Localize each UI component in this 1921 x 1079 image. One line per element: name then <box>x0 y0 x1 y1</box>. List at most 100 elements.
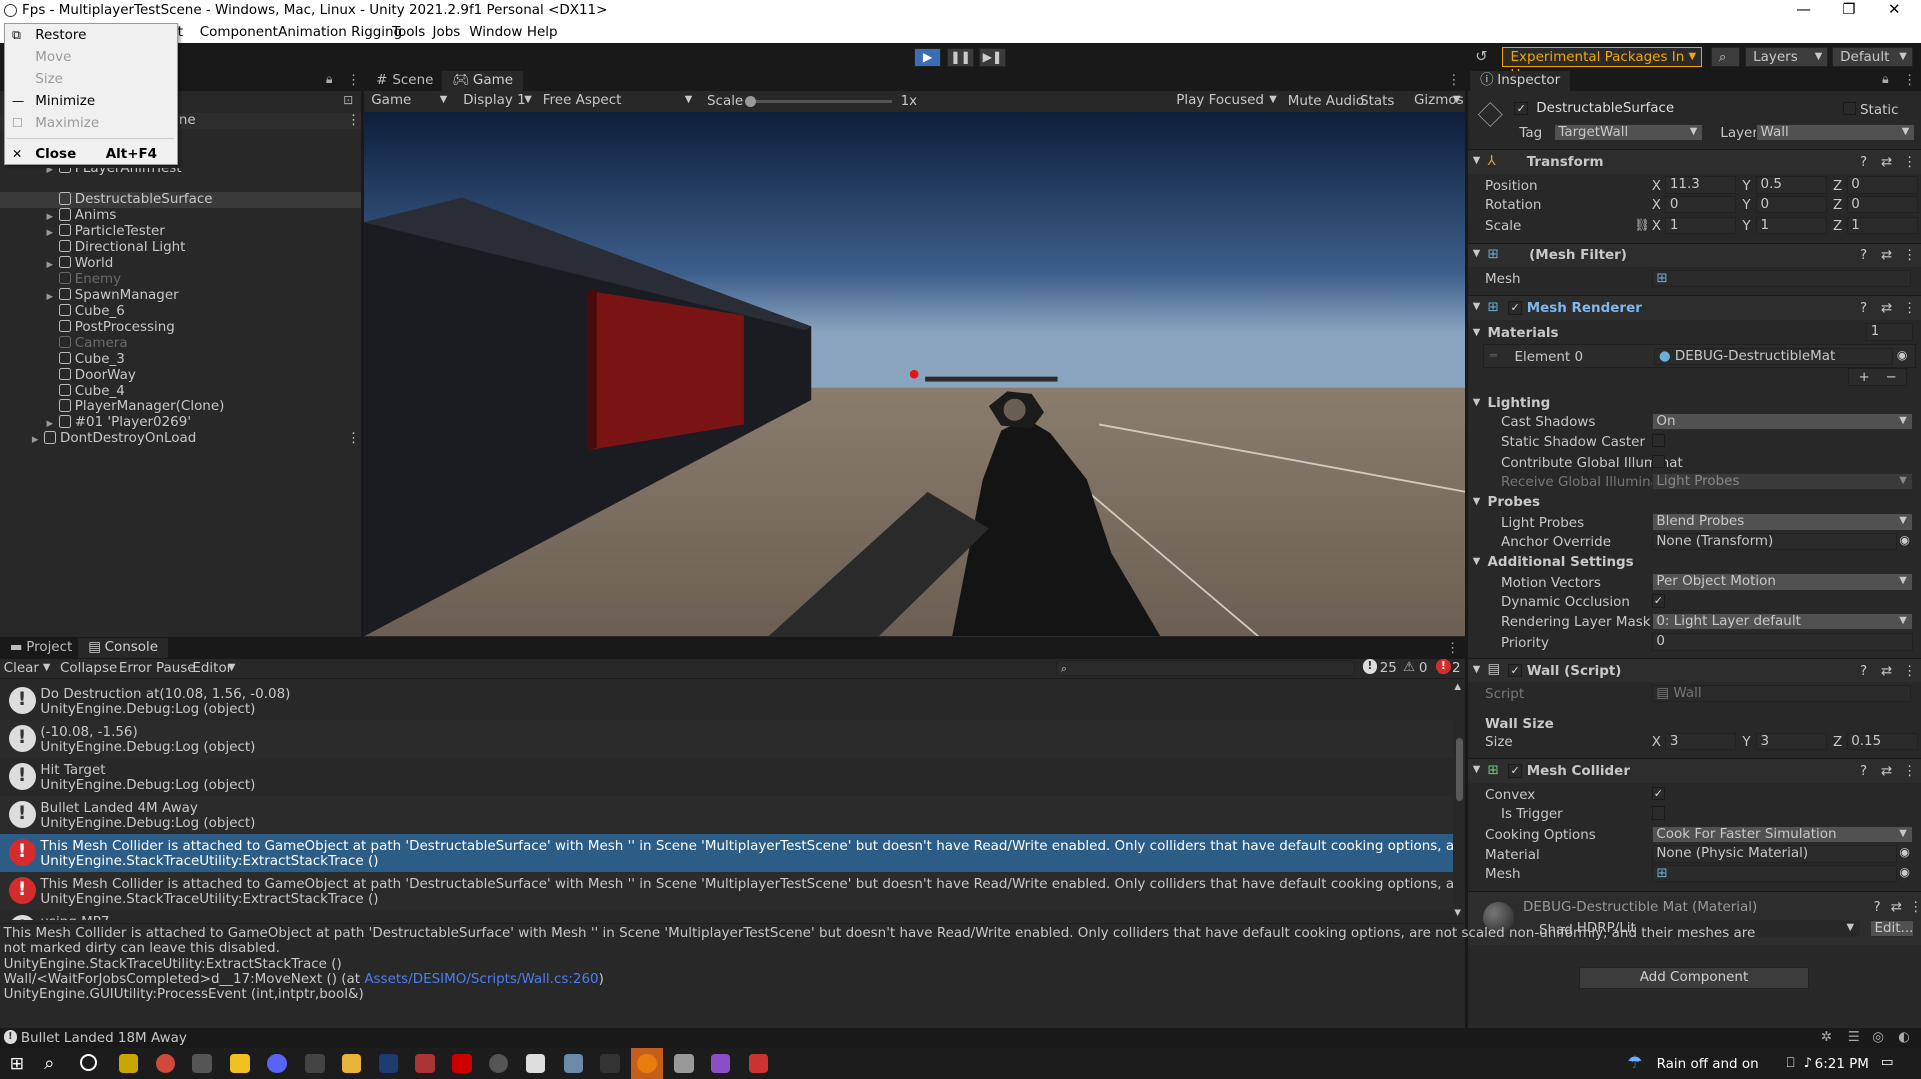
console-search-input[interactable]: ⌕ <box>1056 660 1356 677</box>
tab-inspector[interactable]: ⓘ Inspector <box>1470 71 1570 91</box>
hierarchy-item[interactable]: PlayerManager(Clone) <box>0 398 361 415</box>
cast-shadows-dropdown[interactable]: On ▼ <box>1651 412 1913 431</box>
stats-toggle[interactable]: Stats <box>1360 93 1394 109</box>
wall-size-z-field[interactable]: 0.15 <box>1846 732 1918 750</box>
hierarchy-item[interactable]: Enemy <box>0 271 361 288</box>
hierarchy-item[interactable]: ▶ Anims <box>0 207 361 224</box>
cortana-icon[interactable] <box>79 1053 97 1071</box>
editor-chevron-icon[interactable]: ▼ <box>228 662 236 673</box>
help-icon[interactable]: ? <box>1860 663 1867 679</box>
transform-scale-y-field[interactable]: 1 <box>1755 216 1827 234</box>
transform-position-x-field[interactable]: 11.3 <box>1665 176 1737 194</box>
notification-icon[interactable]: ▭ <box>1881 1054 1894 1070</box>
constrain-proportions-icon[interactable]: ⛓ <box>1635 218 1651 232</box>
steam-app-icon[interactable] <box>118 1053 139 1074</box>
presets-icon[interactable]: ⇄ <box>1881 154 1892 170</box>
clear-options-chevron-icon[interactable]: ▼ <box>43 662 51 673</box>
mesh-renderer-enabled-checkbox[interactable]: ✓ <box>1508 301 1522 315</box>
acrobat-app-icon[interactable] <box>452 1053 472 1074</box>
wall-script-enabled-checkbox[interactable]: ✓ <box>1508 663 1522 678</box>
experimental-packages-dropdown[interactable]: Experimental Packages In Use▼ <box>1502 46 1702 83</box>
search-icon[interactable]: ⌕ <box>44 1053 54 1074</box>
tab-game[interactable]: 🎮︎ Game <box>442 71 523 91</box>
app-icon[interactable] <box>488 1053 509 1074</box>
presets-icon[interactable]: ⇄ <box>1881 247 1892 263</box>
light-probes-dropdown[interactable]: Blend Probes ▼ <box>1651 513 1913 531</box>
status-message[interactable]: Bullet Landed 18M Away <box>21 1030 187 1046</box>
kebab-menu-icon[interactable]: ⋮ <box>1446 640 1459 656</box>
console-log-entry[interactable]: ! Hit Target UnityEngine.Debug:Log (object… <box>0 758 1454 797</box>
menu-item-animation-rigging[interactable]: Animation Rigging <box>278 24 402 40</box>
play-focused-dropdown[interactable]: Play Focused ▼ <box>1168 90 1282 112</box>
hierarchy-item[interactable]: DoorWay <box>0 367 361 384</box>
cache-server-icon[interactable]: ☰ <box>1848 1029 1860 1045</box>
collider-mesh-field[interactable]: ⊞ <box>1651 865 1897 883</box>
hierarchy-item[interactable]: Cube_3 <box>0 351 361 368</box>
blender-app-icon[interactable] <box>637 1053 657 1074</box>
gameobject-name-field[interactable]: DestructableSurface <box>1531 100 1838 118</box>
object-picker-icon[interactable]: ◉ <box>1899 865 1910 879</box>
display-dropdown[interactable]: Display 1 ▼ <box>455 90 537 112</box>
hierarchy-item[interactable]: PostProcessing <box>0 319 361 336</box>
app-icon[interactable] <box>748 1053 769 1074</box>
transform-rotation-y-field[interactable]: 0 <box>1755 196 1827 214</box>
object-picker-icon[interactable]: ◉ <box>1899 845 1910 859</box>
priority-field[interactable]: 0 <box>1651 633 1913 651</box>
shader-edit-button[interactable]: Edit... <box>1869 919 1914 938</box>
unity-editor-app-icon[interactable] <box>673 1053 694 1074</box>
visual-studio-app-icon[interactable] <box>710 1053 731 1074</box>
step-button[interactable]: ▶❚ <box>979 47 1006 68</box>
presets-icon[interactable]: ⇄ <box>1881 663 1892 679</box>
contribute-gi-checkbox[interactable] <box>1651 454 1666 469</box>
wall-script-header[interactable]: ▼ ▤ ✓ Wall (Script) ? ⇄ ⋮ <box>1467 657 1921 683</box>
transform-scale-x-field[interactable]: 1 <box>1665 216 1737 234</box>
help-icon[interactable]: ? <box>1860 300 1867 316</box>
gizmos-dropdown[interactable]: Gizmos ▼ <box>1411 90 1466 112</box>
weather-icon[interactable]: ☂ <box>1627 1053 1642 1073</box>
scale-slider[interactable] <box>744 100 892 103</box>
static-checkbox[interactable] <box>1842 101 1857 116</box>
hierarchy-item[interactable]: Directional Light <box>0 239 361 256</box>
kebab-menu-icon[interactable]: ⋮ <box>347 112 360 129</box>
maximize-window-button[interactable]: ❐ <box>1828 0 1870 22</box>
app-icon[interactable] <box>415 1053 435 1074</box>
console-scrollbar[interactable]: ▲ ▼ <box>1453 682 1466 921</box>
scroll-down-icon[interactable]: ▼ <box>1454 908 1461 918</box>
console-log-entry[interactable]: ! using MP7 <box>0 910 1454 921</box>
menu-item-restore[interactable]: ⧉ Restore <box>5 24 177 46</box>
menu-item-jobs[interactable]: Jobs <box>433 24 461 40</box>
kebab-menu-icon[interactable]: ⋮ <box>347 72 360 88</box>
console-log-entry[interactable]: ! This Mesh Collider is attached to GameO… <box>0 834 1454 873</box>
add-component-button[interactable]: Add Component <box>1579 966 1809 989</box>
game-mode-dropdown[interactable]: Game ▼ <box>363 90 453 112</box>
log-count-icon[interactable]: ! <box>1362 659 1378 674</box>
dynamic-occlusion-checkbox[interactable]: ✓ <box>1651 594 1666 608</box>
editor-dropdown[interactable]: Editor <box>192 660 232 676</box>
hierarchy-item[interactable]: ▶ World <box>0 255 361 272</box>
menu-item-tools[interactable]: Tools <box>392 24 425 40</box>
transform-position-z-field[interactable]: 0 <box>1846 176 1918 194</box>
tag-dropdown[interactable]: TargetWall ▼ <box>1553 123 1704 141</box>
console-log-entry[interactable]: ! (-10.08, -1.56) UnityEngine.Debug:Log (o… <box>0 720 1454 759</box>
game-render-view[interactable] <box>363 111 1466 636</box>
physic-material-field[interactable]: None (Physic Material) <box>1651 845 1897 863</box>
probes-foldout-arrow-icon[interactable]: ▼ <box>1473 496 1481 507</box>
lock-icon[interactable]: 🔒︎ <box>1882 72 1889 87</box>
kebab-menu-icon[interactable]: ⋮ <box>1903 300 1916 316</box>
hierarchy-search-icon[interactable]: ⊡ <box>343 93 353 107</box>
console-log-entry[interactable]: ! This Mesh Collider is attached to GameO… <box>0 872 1454 911</box>
kebab-menu-icon[interactable]: ⋮ <box>1909 899 1921 915</box>
hierarchy-item[interactable]: ▶ DontDestroyOnLoad ⋮ <box>0 430 361 447</box>
chrome-app-icon[interactable] <box>155 1053 176 1074</box>
close-window-button[interactable]: ✕ <box>1873 0 1915 22</box>
transform-rotation-z-field[interactable]: 0 <box>1846 196 1918 214</box>
progress-icon[interactable]: ◎ <box>1872 1029 1884 1045</box>
photoshop-app-icon[interactable] <box>378 1053 399 1074</box>
static-shadow-caster-checkbox[interactable] <box>1651 433 1666 448</box>
kebab-menu-icon[interactable]: ⋮ <box>1447 72 1460 88</box>
app-icon[interactable] <box>563 1053 584 1074</box>
weather-text[interactable]: Rain off and on <box>1657 1056 1759 1072</box>
unity-hub-app-icon[interactable] <box>192 1053 212 1074</box>
history-icon[interactable]: ↺ <box>1470 48 1492 68</box>
menu-item-help[interactable]: Help <box>527 24 558 40</box>
